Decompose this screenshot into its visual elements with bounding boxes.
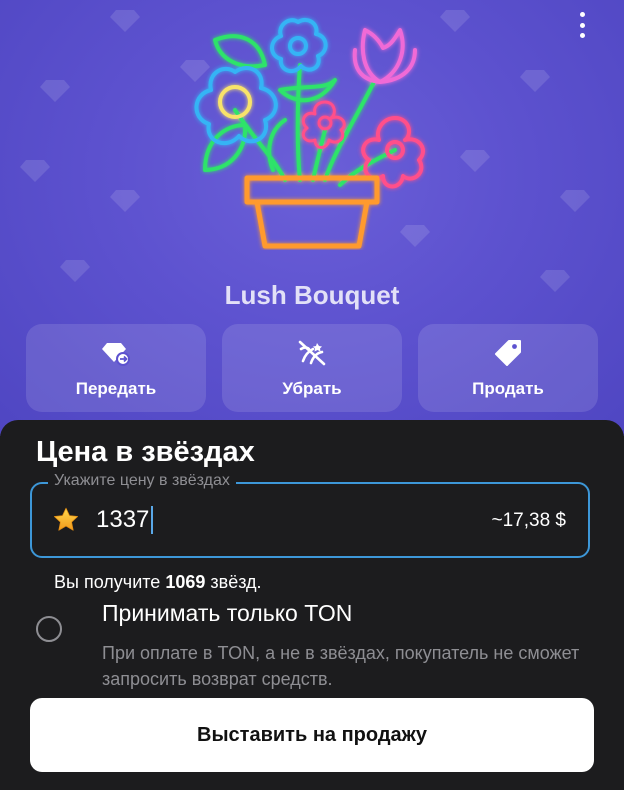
usd-estimate: ~17,38 $ bbox=[491, 510, 567, 531]
ton-only-description: При оплате в TON, а не в звёздах, покупа… bbox=[102, 643, 580, 689]
gift-name: Lush Bouquet bbox=[224, 280, 400, 310]
gift-actions: Передать Убрать Продать bbox=[26, 324, 598, 412]
bouquet-icon bbox=[194, 17, 425, 249]
transfer-button[interactable]: Передать bbox=[26, 324, 206, 412]
more-vertical-icon bbox=[579, 12, 585, 17]
diamond-pattern-icon bbox=[110, 10, 140, 32]
receive-info: Вы получите 1069 звёзд. bbox=[54, 572, 262, 593]
ton-only-title[interactable]: Принимать только TON bbox=[102, 600, 352, 627]
diamond-pattern-icon bbox=[460, 150, 490, 172]
price-tag-icon bbox=[493, 337, 523, 369]
kebab-dot bbox=[579, 22, 585, 28]
kebab-dot bbox=[579, 33, 585, 38]
price-input-placeholder: Укажите цену в звёздах bbox=[48, 472, 236, 490]
more-options-button[interactable] bbox=[572, 12, 592, 38]
diamond-pattern-icon bbox=[110, 190, 140, 212]
diamond-pattern-icon bbox=[520, 70, 550, 92]
list-for-sale-button[interactable]: Выставить на продажу bbox=[30, 698, 594, 772]
sell-action-button[interactable]: Продать bbox=[418, 324, 598, 412]
hide-label: Убрать bbox=[282, 379, 342, 398]
hide-button[interactable]: Убрать bbox=[222, 324, 402, 412]
diamond-transfer-icon bbox=[101, 337, 131, 369]
receive-amount: 1069 bbox=[165, 572, 206, 592]
sheet-title: Цена в звёздах bbox=[36, 436, 255, 468]
hide-icon bbox=[297, 337, 327, 369]
ton-only-radio[interactable] bbox=[36, 616, 62, 642]
star-icon bbox=[52, 506, 80, 539]
transfer-label: Передать bbox=[75, 379, 157, 398]
price-value-wrap: 1337 bbox=[96, 506, 154, 534]
receive-prefix: Вы получите bbox=[54, 572, 161, 592]
diamond-pattern-icon bbox=[60, 260, 90, 282]
gift-preview: Lush Bouquet Передать Убрать Продать bbox=[0, 0, 624, 436]
sell-sheet: Цена в звёздах Укажите цену в звёздах 13… bbox=[0, 420, 624, 790]
receive-suffix: звёзд. bbox=[210, 572, 262, 592]
price-value: 1337 bbox=[96, 506, 150, 533]
diamond-pattern-icon bbox=[40, 80, 70, 102]
diamond-pattern-icon bbox=[560, 190, 590, 212]
text-caret bbox=[151, 506, 154, 534]
diamond-pattern-icon bbox=[20, 160, 50, 182]
sell-label: Продать bbox=[472, 379, 544, 398]
price-input[interactable]: Укажите цену в звёздах 1337 ~17,38 $ bbox=[30, 472, 590, 558]
